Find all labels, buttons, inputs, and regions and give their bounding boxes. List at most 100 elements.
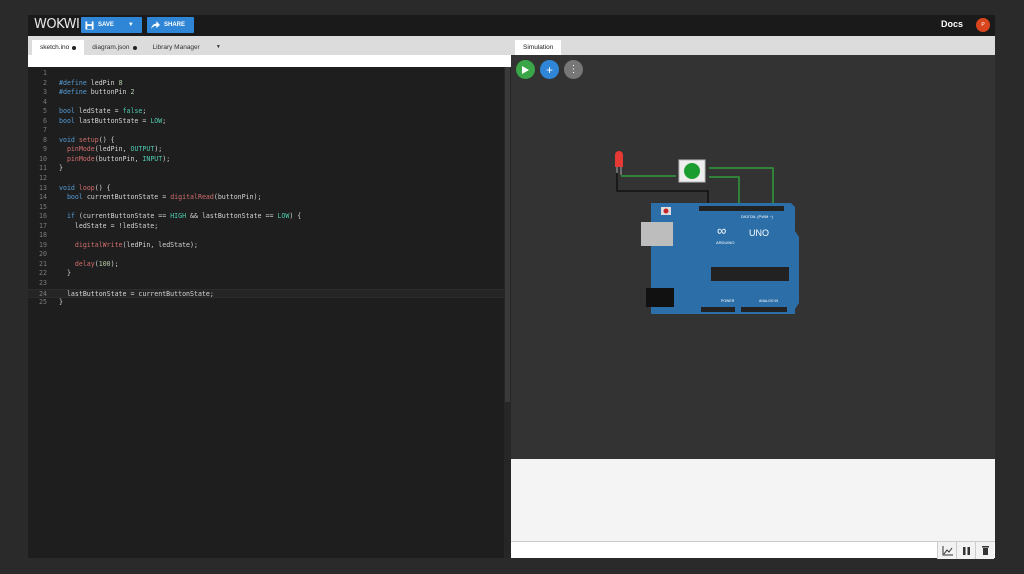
line-number: 8 [43,135,47,144]
line-text: void setup() { [59,135,115,144]
line-number: 11 [39,164,47,173]
line-number: 19 [39,240,47,249]
line-number: 5 [43,107,47,116]
code-line[interactable]: 6 bool lastButtonState = LOW; [28,117,504,127]
tab-label: sketch.ino [40,44,70,51]
line-number: 22 [39,269,47,278]
chart-line-icon [942,545,953,555]
modified-dot-icon [132,45,137,50]
circuit-diagram: DIGITAL (PWM ~) ∞ UNO ARDUINO POWER ANAL… [615,151,799,314]
line-number: 25 [39,298,47,307]
clear-button[interactable] [975,542,994,559]
code-line[interactable]: 11} [28,164,504,174]
tab-label: Library Manager [152,44,200,51]
editor-toolbar [28,55,511,67]
line-number: 1 [43,69,47,77]
code-line[interactable]: 24 lastButtonState = currentButtonState; [28,288,504,299]
code-line[interactable]: 22 } [28,269,504,279]
code-line[interactable]: 15 [28,203,504,213]
line-number: 3 [43,88,47,97]
line-text: bool currentButtonState = digitalRead(bu… [66,193,262,202]
code-line[interactable]: 17 ledState = !ledState; [28,222,504,232]
share-button[interactable]: SHARE [147,17,194,33]
line-number: 9 [43,145,47,154]
save-label: SAVE [98,22,114,28]
code-line[interactable]: 4 [28,98,504,108]
line-number: 4 [43,97,47,106]
code-line[interactable]: 1 [28,69,504,79]
pushbutton[interactable] [678,159,706,183]
wokwi-logo[interactable]: WOKWI [34,17,80,32]
arduino-logo-icon: ∞ [717,223,726,238]
line-text: delay(100); [74,259,119,268]
line-text: void loop() { [59,183,111,192]
code-line[interactable]: 21 delay(100); [28,260,504,270]
code-line[interactable]: 7 [28,126,504,136]
code-editor[interactable]: 1 2 #define ledPin 8 3 #define buttonPin 2 45… [28,69,504,308]
line-text: } [59,269,71,278]
serial-input-bar[interactable] [511,541,995,559]
pause-button[interactable] [956,542,975,559]
code-line[interactable]: 25} [28,298,504,308]
avatar[interactable]: P [976,18,990,32]
line-number: 18 [39,231,47,240]
line-number: 20 [39,250,47,259]
line-text: } [59,298,63,307]
code-line[interactable]: 3 #define buttonPin 2 [28,88,504,98]
code-line[interactable]: 8 void setup() { [28,136,504,146]
code-line[interactable]: 12 [28,174,504,184]
code-line[interactable]: 5 bool ledState = false; [28,107,504,117]
line-number: 2 [43,78,47,87]
line-text: digitalWrite(ledPin, ledState); [74,240,198,249]
line-text: pinMode(ledPin, OUTPUT); [66,145,163,154]
tab-simulation[interactable]: Simulation [515,40,562,55]
save-dropdown-chevron-icon[interactable]: ▼ [128,22,134,28]
editor-scrollbar[interactable] [504,67,511,558]
tab-library-manager[interactable]: Library Manager [145,40,208,55]
code-line[interactable]: 14 bool currentButtonState = digitalRead… [28,193,504,203]
line-number: 23 [39,279,47,288]
simulation-canvas[interactable]: + ⋮ DIGITAL (PWM ~) ∞ UNO ARDUINO POWER [511,55,995,459]
tabs-menu-chevron-icon[interactable]: ▼ [208,40,229,55]
board-power-label: POWER [721,299,735,303]
line-text: #define buttonPin 2 [59,88,135,97]
line-number: 12 [39,174,47,183]
line-text: } [59,164,63,173]
line-text: if (currentButtonState == HIGH && lastBu… [66,212,302,221]
line-number: 15 [39,202,47,211]
line-text: ledState = !ledState; [59,221,159,230]
line-text: bool lastButtonState = LOW; [59,116,167,125]
arduino-uno[interactable]: DIGITAL (PWM ~) ∞ UNO ARDUINO POWER ANAL… [641,203,799,314]
tab-diagram-json[interactable]: diagram.json [84,40,144,55]
line-text: pinMode(buttonPin, INPUT); [66,154,171,163]
docs-link[interactable]: Docs [941,19,963,29]
save-button[interactable]: SAVE ▼ [81,17,142,33]
code-line[interactable]: 10 pinMode(buttonPin, INPUT); [28,155,504,165]
editor-pane: sketch.ino diagram.json Library Manager … [28,36,511,558]
pause-icon [962,546,970,555]
trash-icon [981,546,989,555]
code-line[interactable]: 23 [28,279,504,289]
editor-tabs: sketch.ino diagram.json Library Manager … [28,36,511,55]
led[interactable] [615,151,623,175]
line-number: 14 [39,193,47,202]
modified-dot-icon [72,45,77,50]
code-line[interactable]: 13 void loop() { [28,184,504,194]
plotter-button[interactable] [937,542,956,559]
line-text: bool ledState = false; [59,107,147,116]
tab-label: diagram.json [92,44,130,51]
code-line[interactable]: 9 pinMode(ledPin, OUTPUT); [28,145,504,155]
code-line[interactable]: 19 digitalWrite(ledPin, ledState); [28,241,504,251]
tab-label: Simulation [523,44,554,51]
simulation-tabs: Simulation [511,36,995,55]
scrollbar-thumb[interactable] [505,67,510,402]
share-icon [151,21,160,29]
line-text: #define ledPin 8 [59,78,123,87]
code-line[interactable]: 20 [28,250,504,260]
code-line[interactable]: 2 #define ledPin 8 [28,79,504,89]
save-icon [85,20,94,30]
code-line[interactable]: 16 if (currentButtonState == HIGH && las… [28,212,504,222]
board-brand-label: ARDUINO [716,240,734,245]
code-line[interactable]: 18 [28,231,504,241]
tab-sketch-ino[interactable]: sketch.ino [32,40,85,55]
